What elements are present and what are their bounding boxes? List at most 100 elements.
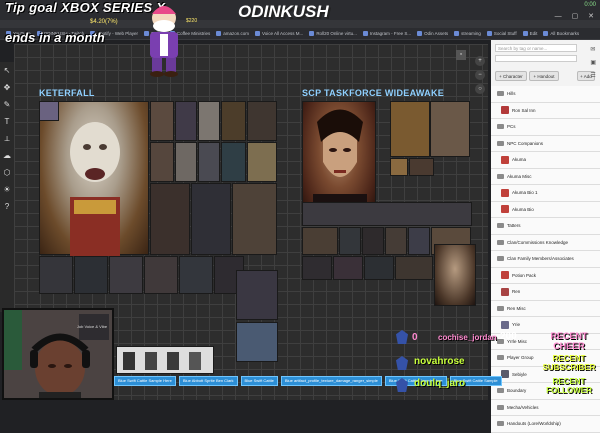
journal-icon[interactable]: ☰ — [590, 72, 596, 79]
macro-button[interactable]: Blue artifact_profile_texture_damage_ran… — [280, 376, 382, 386]
bookmark-item[interactable]: amazon.com — [216, 31, 249, 36]
folder-icon — [497, 388, 504, 394]
token[interactable] — [221, 142, 246, 182]
token[interactable] — [175, 142, 197, 182]
dice-tool-icon[interactable]: ⬡ — [3, 168, 12, 177]
journal-entry[interactable]: Ren — [491, 284, 600, 301]
token[interactable] — [390, 158, 408, 176]
folder-icon — [497, 404, 504, 410]
bookmark-label: Roll20 Online virtu... — [316, 31, 357, 36]
token[interactable] — [74, 256, 108, 294]
recent-subscriber-label: RECENT SUBSCRIBER — [539, 354, 599, 372]
journal-entry[interactable]: Handouts (Lore/Worldship) — [491, 416, 600, 433]
recent-cheer-label-line2: CHEER — [553, 341, 585, 351]
ruler-tool-icon[interactable]: ⟂ — [3, 134, 12, 143]
zoom-in-icon[interactable]: + — [475, 56, 485, 66]
bookmark-item[interactable]: Edit — [522, 31, 537, 36]
token-small[interactable] — [39, 101, 59, 121]
token[interactable] — [109, 256, 143, 294]
fog-tool-icon[interactable]: ☁ — [3, 151, 12, 160]
tag-filter-input[interactable] — [495, 55, 577, 62]
token[interactable] — [333, 256, 363, 280]
token[interactable] — [302, 227, 338, 255]
light-tool-icon[interactable]: ☀ — [3, 185, 12, 194]
zoom-out-icon[interactable]: − — [475, 70, 485, 80]
add-handout-button[interactable]: + Handout — [529, 71, 559, 81]
token[interactable] — [364, 256, 394, 280]
journal-entry[interactable]: Hills — [491, 86, 600, 103]
token[interactable] — [198, 142, 220, 182]
token[interactable] — [236, 270, 278, 320]
token[interactable] — [221, 101, 246, 141]
help-tool-icon[interactable]: ? — [3, 202, 12, 211]
token[interactable] — [144, 256, 178, 294]
token[interactable] — [302, 256, 332, 280]
token[interactable] — [150, 142, 174, 182]
journal-entry[interactable]: PCs — [491, 119, 600, 136]
add-character-button[interactable]: + Character — [495, 71, 527, 81]
token[interactable] — [175, 101, 197, 141]
token[interactable] — [198, 101, 220, 141]
macro-button[interactable]: Blue Swift Cattle Sample Here — [114, 376, 176, 386]
character-token-large[interactable] — [39, 101, 149, 256]
canvas-close-icon[interactable]: ▫ — [456, 50, 466, 60]
token[interactable] — [247, 142, 277, 182]
journal-entry[interactable]: Clan/Commissions Knowledge — [491, 234, 600, 251]
journal-entry[interactable]: Ron Sal Inn — [491, 102, 600, 119]
journal-entry[interactable]: Tatters — [491, 218, 600, 235]
token[interactable] — [179, 256, 213, 294]
token[interactable] — [236, 322, 278, 362]
entry-avatar — [501, 205, 509, 214]
journal-entry[interactable]: NPC Companions — [491, 135, 600, 152]
art-library-icon[interactable]: ▣ — [590, 59, 596, 66]
journal-entry[interactable]: Potion Pack — [491, 267, 600, 284]
token[interactable] — [150, 101, 174, 141]
pan-tool-icon[interactable]: ✥ — [3, 83, 12, 92]
bookmark-item[interactable]: streaming — [454, 31, 481, 36]
bookmark-label: streaming — [461, 31, 481, 36]
folder-icon — [497, 305, 504, 311]
token-sheet[interactable] — [116, 346, 214, 374]
token[interactable] — [409, 158, 434, 176]
window-controls[interactable]: — ▢ ✕ — [555, 12, 598, 20]
token[interactable] — [247, 101, 277, 141]
bookmark-item[interactable]: Odin Assets — [417, 31, 448, 36]
bookmark-item[interactable]: Voice All Access M... — [255, 31, 303, 36]
journal-entry[interactable]: Ren Misc — [491, 300, 600, 317]
token[interactable] — [150, 183, 190, 255]
token-portrait[interactable] — [434, 244, 476, 306]
journal-entry[interactable]: Akuma Bio — [491, 201, 600, 218]
journal-entry[interactable]: Akuma — [491, 152, 600, 169]
zoom-reset-icon[interactable]: ○ — [475, 84, 485, 94]
journal-entry[interactable]: Mecha/Vehicles — [491, 399, 600, 416]
token-strip[interactable] — [302, 202, 472, 226]
token[interactable] — [430, 101, 470, 157]
token[interactable] — [385, 227, 407, 255]
draw-tool-icon[interactable]: ✎ — [3, 100, 12, 109]
journal-entry[interactable]: Akuma Bio 1 — [491, 185, 600, 202]
token[interactable] — [191, 183, 231, 255]
macro-button[interactable]: Blue Abbott Sprite Ben Clark — [178, 376, 238, 386]
token[interactable] — [362, 227, 384, 255]
text-tool-icon[interactable]: T — [3, 117, 12, 126]
journal-entry-label: Clan Family Members/Associates — [507, 256, 574, 262]
journal-search-input[interactable]: Search by tag or name... — [495, 44, 577, 52]
journal-entry[interactable]: Akuma Misc — [491, 168, 600, 185]
chat-icon[interactable]: ✉ — [590, 46, 596, 53]
journal-entry-label: Akuma Bio 1 — [512, 190, 538, 196]
group-title-keterfall: KETERFALL — [39, 88, 95, 98]
token[interactable] — [232, 183, 277, 255]
bookmark-item[interactable]: Social Stuff — [486, 31, 517, 36]
journal-entry[interactable]: Clan Family Members/Associates — [491, 251, 600, 268]
token[interactable] — [39, 256, 73, 294]
token[interactable] — [390, 101, 430, 157]
zoom-controls: + − ○ — [474, 56, 486, 146]
bookmark-item[interactable]: Instagram - Free S... — [362, 31, 411, 36]
macro-button[interactable]: Blue Swift Cattle — [240, 376, 278, 386]
bookmark-item[interactable]: All Bookmarks — [543, 31, 579, 36]
token[interactable] — [339, 227, 361, 255]
token[interactable] — [408, 227, 430, 255]
token[interactable] — [395, 256, 433, 280]
bookmark-item[interactable]: Roll20 Online virtu... — [309, 31, 357, 36]
select-tool-icon[interactable]: ↖ — [3, 66, 12, 75]
